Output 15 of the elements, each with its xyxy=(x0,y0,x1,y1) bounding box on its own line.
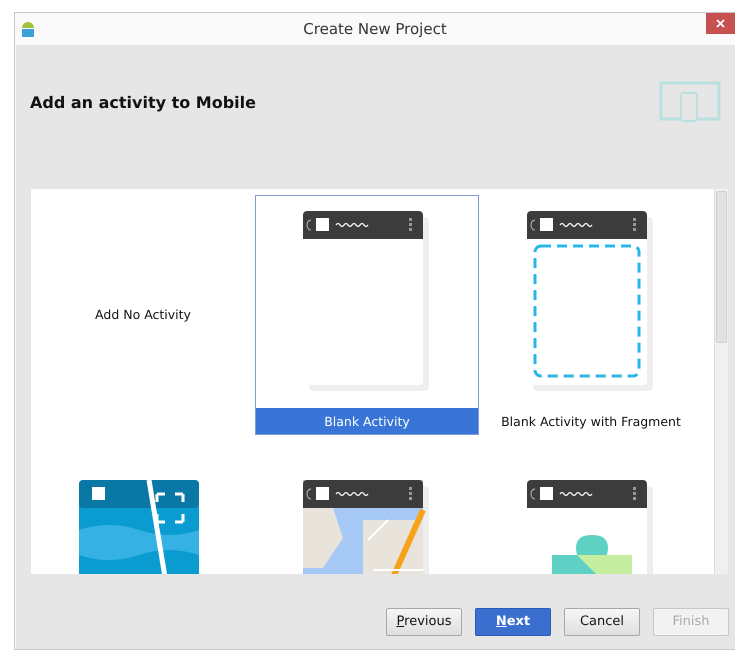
template-label: Add No Activity xyxy=(94,306,192,324)
dialog-button[interactable]: Previous xyxy=(386,608,462,636)
window-title: Create New Project xyxy=(302,20,448,38)
page-heading: Add an activity to Mobile xyxy=(30,92,256,112)
template-tile[interactable]: Blank Activity xyxy=(255,195,479,435)
template-tile[interactable]: Add No Activity xyxy=(31,195,255,435)
template-label: Blank Activity xyxy=(256,408,478,434)
devices-icon xyxy=(659,81,721,123)
dialog-button[interactable]: Next xyxy=(475,608,551,636)
template-label: Blank Activity with Fragment xyxy=(500,412,682,431)
close-button[interactable] xyxy=(706,13,735,34)
dialog-button[interactable]: Cancel xyxy=(564,608,640,636)
close-icon xyxy=(716,19,725,28)
template-tile[interactable]: Blank Activity with Fragment xyxy=(479,195,703,435)
scrollbar[interactable] xyxy=(714,189,728,574)
